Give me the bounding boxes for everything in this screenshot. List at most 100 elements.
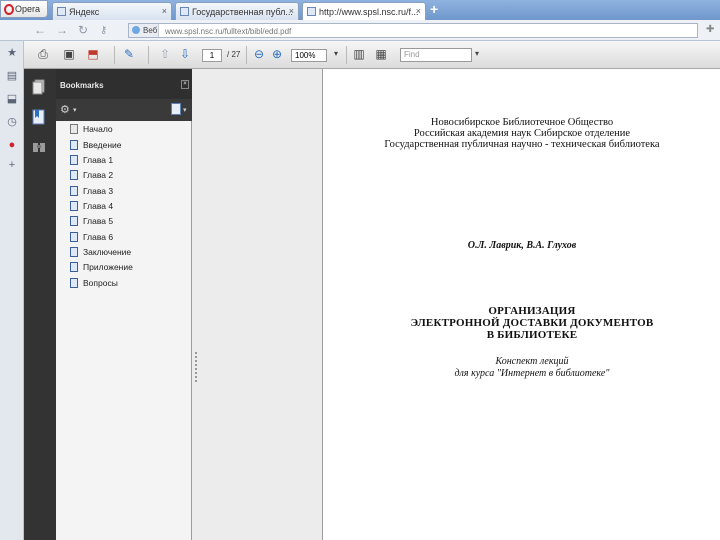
- share-icon[interactable]: ⬒: [86, 47, 100, 61]
- add-panel-icon[interactable]: +: [6, 159, 18, 171]
- tab-title: Государственная публ...: [192, 7, 293, 17]
- downloads-icon[interactable]: ⬓: [6, 93, 18, 105]
- org-line: Государственная публичная научно - техни…: [384, 139, 660, 150]
- tab-title: http://www.spsl.nsc.ru/f...: [319, 7, 419, 17]
- bookmark-icon: [70, 201, 78, 211]
- page-icon: [180, 7, 189, 16]
- separator: [246, 46, 247, 64]
- separator: [148, 46, 149, 64]
- bookmark-icon: [70, 278, 78, 288]
- find-input[interactable]: Find: [400, 48, 472, 62]
- zoom-dropdown-icon[interactable]: ▾: [329, 47, 343, 61]
- back-arrow-icon[interactable]: ←: [34, 23, 46, 37]
- zoom-select[interactable]: 100%: [291, 49, 327, 62]
- save-icon[interactable]: ▣: [62, 47, 76, 61]
- expand-dropdown-icon[interactable]: ▾: [183, 106, 187, 114]
- history-clock-icon[interactable]: ◷: [6, 116, 18, 128]
- forward-arrow-icon[interactable]: →: [56, 23, 68, 37]
- panel-resize-handle[interactable]: [195, 352, 197, 382]
- bookmark-icon: [70, 155, 78, 165]
- close-tab-icon[interactable]: ×: [289, 6, 294, 16]
- close-tab-icon[interactable]: ×: [162, 6, 167, 16]
- tab-strip: Opera Яндекс × Государственная публ... ×…: [0, 0, 720, 20]
- bookmark-item[interactable]: Заключение: [70, 246, 131, 261]
- address-url: www.spsl.nsc.ru/fulltext/bibl/edd.pdf: [165, 27, 292, 36]
- bookmark-icon: [70, 216, 78, 226]
- bookmarks-panel: Bookmarks × ⚙ ▾ ▾ Начало Введение Глава …: [56, 69, 192, 540]
- bookmark-item[interactable]: Вопросы: [70, 277, 118, 292]
- pdf-toolbar: ⎙ ▣ ⬒ ✎ ⇧ ⇩ 1 / 27 ⊖ ⊕ 100% ▾ ▥ ▦ Find ▾: [24, 41, 720, 69]
- new-tab-button[interactable]: +: [430, 1, 438, 17]
- close-tab-icon[interactable]: ×: [416, 6, 421, 16]
- bookmark-label: Глава 3: [83, 186, 114, 196]
- page-icon: [57, 7, 66, 16]
- pdf-navigation-pane: [24, 69, 56, 540]
- find-dropdown-icon[interactable]: ▾: [470, 47, 484, 61]
- bookmark-item[interactable]: Приложение: [70, 261, 133, 276]
- opera-side-panel: ★ ▤ ⬓ ◷ ● +: [0, 41, 24, 540]
- address-field[interactable]: Веб www.spsl.nsc.ru/fulltext/bibl/edd.pd…: [128, 23, 698, 38]
- options-gear-icon[interactable]: ⚙: [60, 103, 70, 116]
- print-icon[interactable]: ⎙: [36, 47, 50, 61]
- previous-page-icon[interactable]: ⇧: [158, 47, 172, 61]
- screen: Opera Яндекс × Государственная публ... ×…: [0, 0, 720, 540]
- opera-menu-label: Opera: [15, 4, 41, 14]
- attachments-icon[interactable]: [32, 139, 46, 155]
- bookmarks-title: Bookmarks: [60, 81, 104, 90]
- bookmarks-star-icon[interactable]: ★: [6, 47, 18, 59]
- zoom-in-icon[interactable]: ⊕: [270, 47, 284, 61]
- navigation-bar: ← → ↻ ⚷ Веб www.spsl.nsc.ru/fulltext/bib…: [0, 20, 720, 41]
- bookmark-label: Вопросы: [83, 278, 118, 288]
- reload-icon[interactable]: ↻: [78, 23, 88, 37]
- bookmarks-header: Bookmarks ×: [56, 69, 192, 99]
- bookmark-item[interactable]: Глава 1: [70, 154, 113, 169]
- subtitle-line: для курса "Интернет в библиотеке": [454, 368, 610, 379]
- bookmark-item[interactable]: Глава 5: [70, 215, 113, 230]
- zoom-out-icon[interactable]: ⊖: [252, 47, 266, 61]
- bookmark-item[interactable]: Введение: [70, 139, 122, 154]
- tab-pdf[interactable]: http://www.spsl.nsc.ru/f... ×: [302, 2, 426, 20]
- expand-bookmark-icon[interactable]: [171, 103, 181, 115]
- close-panel-icon[interactable]: ×: [181, 80, 189, 89]
- page-number-input[interactable]: 1: [202, 49, 222, 62]
- separator: [346, 46, 347, 64]
- widgets-icon[interactable]: ●: [6, 139, 18, 151]
- next-page-icon[interactable]: ⇩: [178, 47, 192, 61]
- bookmark-icon: [70, 262, 78, 272]
- bookmark-item[interactable]: Глава 4: [70, 200, 113, 215]
- bookmark-star-icon[interactable]: ✚: [706, 24, 714, 35]
- tab-yandex[interactable]: Яндекс ×: [52, 2, 172, 20]
- fit-page-icon[interactable]: ▥: [352, 47, 366, 61]
- site-badge[interactable]: Веб: [129, 24, 159, 37]
- bookmark-label: Глава 6: [83, 232, 114, 242]
- options-dropdown-icon[interactable]: ▾: [73, 106, 77, 114]
- bookmark-label: Начало: [83, 124, 113, 134]
- key-icon[interactable]: ⚷: [100, 25, 107, 36]
- title-line: ОРГАНИЗАЦИЯ: [488, 305, 576, 317]
- page-thumbnails-icon[interactable]: [32, 79, 46, 95]
- page-icon: [307, 7, 316, 16]
- tab-title: Яндекс: [69, 7, 100, 17]
- bookmark-item[interactable]: Глава 3: [70, 185, 113, 200]
- bookmark-label: Заключение: [83, 247, 132, 257]
- bookmark-icon: [70, 140, 78, 150]
- comment-icon[interactable]: ✎: [122, 47, 136, 61]
- pdf-page: Новосибирское Библиотечное Общество Росс…: [322, 69, 720, 540]
- org-line: Новосибирское Библиотечное Общество: [430, 117, 614, 128]
- scrolling-mode-icon[interactable]: ▦: [374, 47, 388, 61]
- bookmark-item[interactable]: Глава 6: [70, 231, 113, 246]
- page-bookmark-icon: [70, 124, 78, 134]
- tab-gpntb[interactable]: Государственная публ... ×: [175, 2, 299, 20]
- subtitle-line: Конспект лекций: [495, 356, 569, 367]
- authors: О.Л. Лаврик, В.А. Глухов: [467, 240, 577, 251]
- bookmarks-icon[interactable]: [32, 109, 46, 125]
- bookmark-icon: [70, 186, 78, 196]
- site-badge-label: Веб: [143, 26, 158, 35]
- title-line: В БИБЛИОТЕКЕ: [486, 329, 578, 341]
- opera-menu-button[interactable]: Opera: [0, 0, 48, 18]
- opera-logo-icon: [4, 4, 14, 15]
- bookmark-icon: [70, 170, 78, 180]
- bookmark-item[interactable]: Глава 2: [70, 169, 113, 184]
- bookmark-item[interactable]: Начало: [70, 123, 113, 138]
- notes-icon[interactable]: ▤: [6, 70, 18, 82]
